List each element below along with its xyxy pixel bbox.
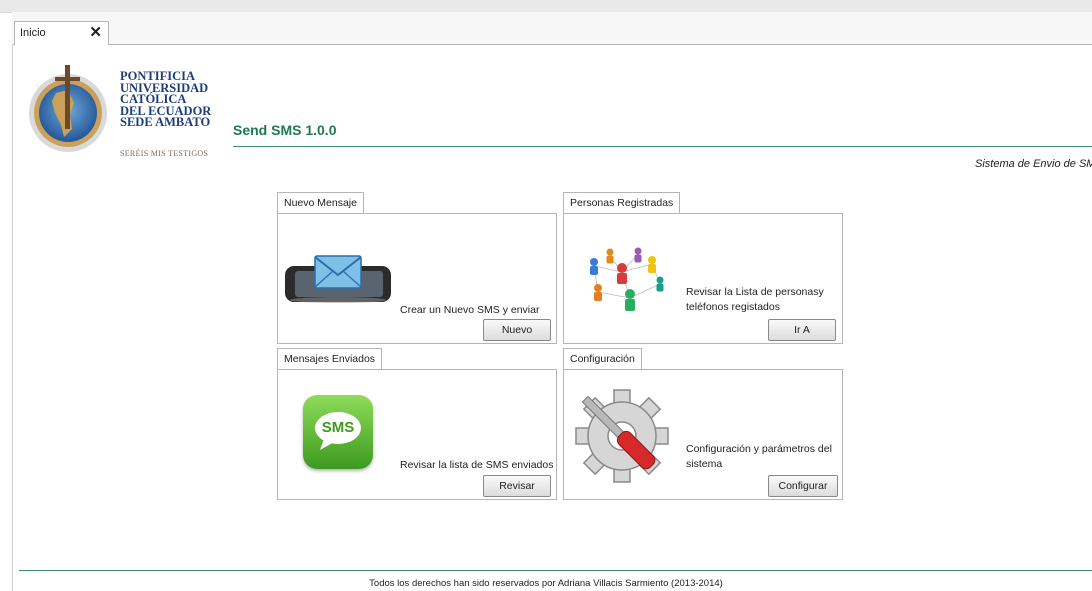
tab-label: Inicio	[20, 27, 46, 39]
university-name: PONTIFICIA UNIVERSIDAD CATÓLICA DEL ECUA…	[120, 70, 211, 129]
tab-nuevo-mensaje[interactable]: Nuevo Mensaje	[277, 192, 364, 214]
university-logo	[29, 65, 107, 152]
panel-description: Revisar la lista de SMS enviados	[400, 459, 554, 471]
sms-bubble-icon: SMS	[303, 395, 373, 469]
panel-configuracion: Configuración y parámetros del sistema C…	[563, 369, 843, 500]
panel-description: Revisar la Lista de personasy teléfonos …	[686, 286, 824, 313]
close-icon[interactable]: ✕	[89, 23, 102, 41]
tab-configuracion[interactable]: Configuración	[563, 348, 642, 370]
title-divider	[233, 146, 1092, 147]
app-title: Send SMS 1.0.0	[233, 122, 337, 138]
panel-personas-registradas: Revisar la Lista de personasy teléfonos …	[563, 213, 843, 344]
panel-nuevo-mensaje: Crear un Nuevo SMS y enviar Nuevo	[277, 213, 557, 344]
panel-description: Crear un Nuevo SMS y enviar	[400, 304, 540, 316]
tab-strip: Inicio ✕	[12, 12, 1092, 45]
panel-description: Configuración y parámetros del sistema	[686, 443, 832, 470]
footer-divider	[19, 570, 1092, 571]
people-network-icon	[590, 247, 664, 311]
university-line: SEDE AMBATO	[120, 115, 211, 129]
nuevo-button[interactable]: Nuevo	[483, 319, 551, 341]
tab-inicio[interactable]: Inicio ✕	[14, 21, 109, 45]
gear-screwdriver-icon	[575, 389, 669, 483]
left-border	[12, 44, 13, 591]
tab-personas-registradas[interactable]: Personas Registradas	[563, 192, 681, 214]
university-motto: SERÉIS MIS TESTIGOS	[120, 149, 209, 158]
app-subtitle: Sistema de Envio de SM	[975, 158, 1092, 170]
panel-mensajes-enviados: SMS Revisar la lista de SMS enviados Rev…	[277, 369, 557, 500]
configurar-button[interactable]: Configurar	[768, 475, 838, 497]
tab-mensajes-enviados[interactable]: Mensajes Enviados	[277, 348, 383, 370]
ir-a-button[interactable]: Ir A	[768, 319, 836, 341]
footer-copyright: Todos los derechos han sido reservados p…	[369, 578, 723, 589]
revisar-button[interactable]: Revisar	[483, 475, 551, 497]
sms-icon-label: SMS	[321, 419, 355, 436]
phone-envelope-icon	[285, 255, 391, 303]
